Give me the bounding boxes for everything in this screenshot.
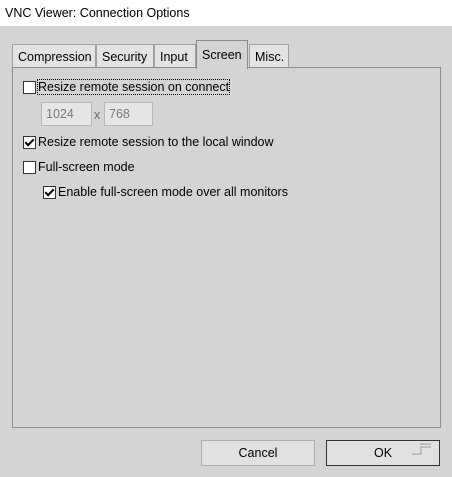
size-separator: x	[94, 108, 101, 122]
remote-width-input[interactable]	[41, 102, 92, 126]
tab-compression[interactable]: Compression	[12, 44, 96, 68]
remote-height-input[interactable]	[104, 102, 153, 126]
tab-misc-label: Misc.	[255, 50, 285, 64]
tab-screen[interactable]: Screen	[196, 40, 248, 69]
tab-security-label: Security	[102, 50, 148, 64]
full-screen-label: Full-screen mode	[38, 160, 135, 174]
all-monitors-label: Enable full-screen mode over all monitor…	[58, 185, 288, 199]
cancel-button[interactable]: Cancel	[201, 440, 315, 466]
window-title: VNC Viewer: Connection Options	[5, 6, 190, 20]
resize-to-local-option[interactable]: Resize remote session to the local windo…	[23, 135, 274, 149]
full-screen-option[interactable]: Full-screen mode	[23, 160, 135, 174]
all-monitors-checkbox[interactable]	[43, 185, 56, 199]
tab-security[interactable]: Security	[96, 44, 154, 68]
tab-misc[interactable]: Misc.	[249, 44, 289, 68]
resize-to-local-checkbox[interactable]	[23, 135, 36, 149]
resize-on-connect-label: Resize remote session on connect	[36, 79, 231, 95]
title-bar[interactable]: VNC Viewer: Connection Options	[0, 0, 452, 26]
tab-screen-label: Screen	[202, 48, 242, 62]
cancel-button-label: Cancel	[238, 446, 278, 460]
screen-tab-panel: Resize remote session on connect x Resiz…	[12, 67, 441, 428]
ok-button-label: OK	[373, 446, 393, 460]
tab-input[interactable]: Input	[154, 44, 196, 68]
options-dialog: Compression Security Input Screen Misc. …	[0, 26, 452, 477]
resize-to-local-label: Resize remote session to the local windo…	[38, 135, 274, 149]
size-grip-icon	[412, 443, 431, 455]
resize-on-connect-option[interactable]: Resize remote session on connect	[23, 79, 231, 95]
tab-input-label: Input	[160, 50, 188, 64]
tab-compression-label: Compression	[18, 50, 92, 64]
resize-on-connect-checkbox[interactable]	[23, 80, 36, 94]
full-screen-checkbox[interactable]	[23, 160, 36, 174]
all-monitors-option[interactable]: Enable full-screen mode over all monitor…	[43, 185, 288, 199]
